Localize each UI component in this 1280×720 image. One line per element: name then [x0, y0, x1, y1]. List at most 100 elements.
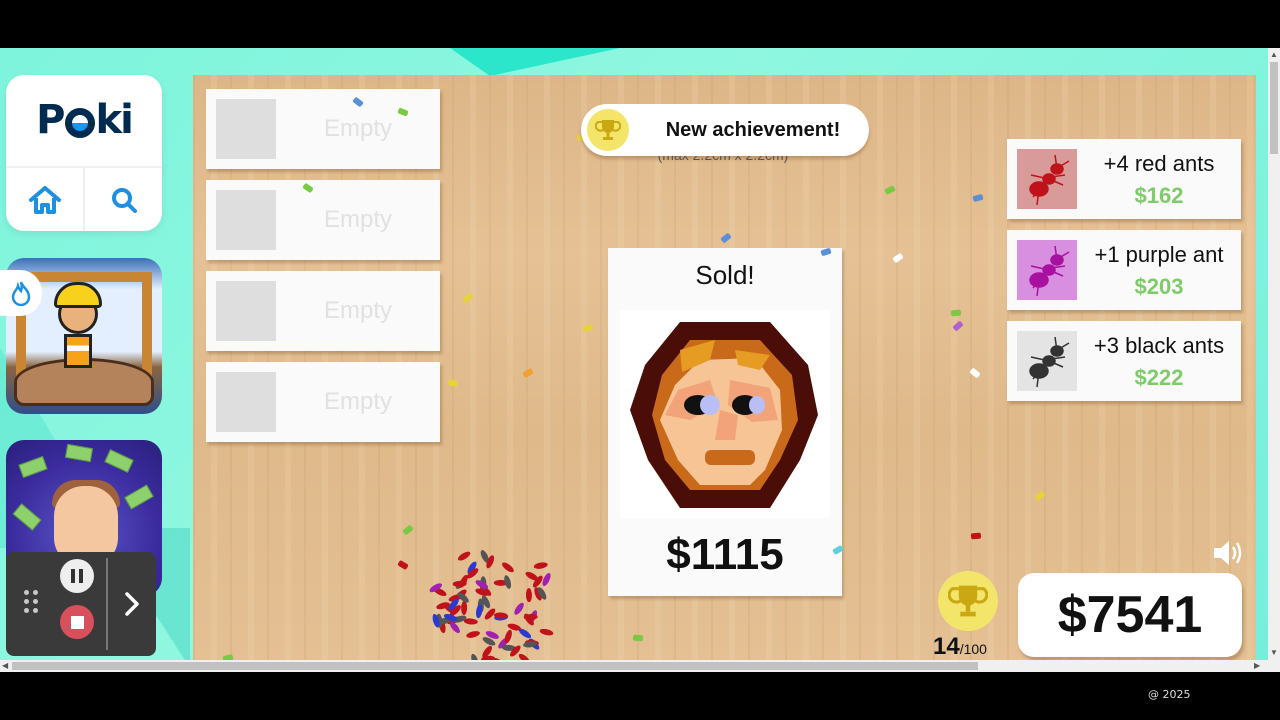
confetti-piece — [892, 252, 904, 264]
ant — [525, 588, 532, 603]
search-button[interactable] — [85, 168, 162, 231]
game-board: Empty Empty Empty Empty (max 2.2cm x 2.2… — [193, 75, 1256, 672]
offer-price: $222 — [1134, 365, 1184, 390]
divider — [106, 558, 108, 650]
confetti-piece — [522, 367, 534, 379]
drag-handle-icon[interactable] — [24, 590, 44, 618]
ant-icon — [1017, 331, 1077, 391]
achievements-button[interactable] — [938, 571, 998, 631]
slot-thumbnail — [216, 190, 276, 250]
ant — [461, 600, 468, 615]
ant-icon — [1017, 149, 1077, 209]
copyright-text: @ 2025 — [1148, 688, 1191, 701]
ant — [542, 573, 551, 586]
ant — [502, 562, 514, 573]
sold-price: $1115 — [666, 530, 784, 579]
vertical-scrollbar[interactable]: ▲ ▼ — [1268, 48, 1280, 672]
poki-nav-card: Pki — [6, 75, 162, 231]
artwork-slot[interactable]: Empty — [206, 89, 440, 169]
artwork-slot[interactable]: Empty — [206, 271, 440, 351]
poki-logo[interactable]: Pki — [6, 75, 162, 165]
ant — [457, 551, 471, 561]
scroll-left-arrow[interactable]: ◀ — [2, 661, 8, 670]
artwork-slot[interactable]: Empty — [206, 180, 440, 260]
slot-label: Empty — [323, 388, 392, 415]
trophy-icon — [948, 585, 988, 617]
ant — [466, 631, 480, 638]
confetti-piece — [970, 532, 982, 540]
achievement-count: 14/100 — [933, 633, 987, 661]
sound-toggle-button[interactable] — [1211, 537, 1247, 569]
background-shape — [450, 48, 620, 76]
trophy-badge — [587, 109, 629, 151]
slot-label: Empty — [323, 297, 392, 324]
scrollbar-thumb[interactable] — [12, 662, 978, 670]
letterbox-top — [0, 0, 1280, 48]
stop-button[interactable] — [60, 605, 94, 639]
sold-title: Sold! — [695, 260, 755, 290]
pause-button[interactable] — [60, 559, 94, 593]
confetti-piece — [402, 524, 414, 536]
confetti-piece — [884, 185, 896, 195]
pause-icon — [71, 569, 75, 583]
money-display: $7541 — [1018, 573, 1242, 657]
confetti-piece — [582, 323, 594, 333]
buy-red-ants-button[interactable]: +4 red ants $162 — [1007, 139, 1241, 219]
ant-portrait-artwork — [620, 310, 830, 518]
scroll-right-arrow[interactable]: ▶ — [1254, 661, 1260, 670]
hot-badge — [0, 270, 42, 316]
scrollbar-thumb[interactable] — [1270, 62, 1278, 154]
trophy-icon — [595, 120, 621, 140]
confetti-piece — [447, 378, 459, 388]
home-button[interactable] — [6, 168, 83, 231]
achievement-toast: New achievement! — [581, 104, 869, 156]
game-viewport: Pki Empty Empty Empty Empty New achievem… — [0, 48, 1280, 672]
slot-thumbnail — [216, 281, 276, 341]
achievement-total: /100 — [959, 641, 987, 657]
ant-swarm — [429, 550, 554, 672]
offer-name: +4 red ants — [1103, 151, 1215, 176]
speaker-icon — [1214, 541, 1242, 565]
expand-button[interactable] — [110, 572, 154, 636]
confetti-piece — [972, 193, 984, 203]
confetti-piece — [632, 634, 644, 642]
search-icon — [111, 187, 137, 213]
money-bill — [64, 443, 94, 463]
stop-icon — [70, 615, 84, 629]
buy-black-ants-button[interactable]: +3 black ants $222 — [1007, 321, 1241, 401]
money-bill — [18, 455, 48, 479]
ant — [514, 602, 524, 615]
offer-name: +3 black ants — [1093, 333, 1225, 358]
ant-icon — [1017, 240, 1077, 300]
artwork-slot[interactable]: Empty — [206, 362, 440, 442]
offer-name: +1 purple ant — [1094, 242, 1224, 267]
offer-price: $162 — [1134, 183, 1184, 208]
ant — [533, 562, 548, 569]
money-bill — [12, 503, 42, 531]
portrait-face — [630, 322, 818, 508]
scroll-down-arrow[interactable]: ▼ — [1270, 648, 1278, 657]
miner-body — [64, 334, 92, 368]
chevron-right-icon — [125, 592, 139, 616]
slot-thumbnail — [216, 372, 276, 432]
achievement-current: 14 — [933, 633, 960, 660]
ant — [539, 628, 554, 636]
sold-card: Sold! $1115 — [608, 248, 842, 596]
confetti-piece — [720, 232, 732, 244]
confetti-piece — [969, 367, 981, 379]
confetti-piece — [950, 309, 962, 317]
buy-purple-ant-button[interactable]: +1 purple ant $203 — [1007, 230, 1241, 310]
flame-icon — [11, 281, 31, 306]
offer-price: $203 — [1134, 274, 1184, 299]
achievement-text: New achievement! — [665, 118, 841, 141]
confetti-piece — [397, 559, 409, 571]
confetti-piece — [952, 320, 964, 332]
money-bill — [124, 484, 154, 510]
money-bill — [104, 449, 134, 473]
slot-thumbnail — [216, 99, 276, 159]
pause-icon — [79, 569, 83, 583]
confetti-piece — [1034, 490, 1046, 502]
scroll-up-arrow[interactable]: ▲ — [1270, 50, 1278, 59]
horizontal-scrollbar[interactable]: ◀ ▶ — [0, 660, 1268, 672]
confetti-piece — [462, 292, 474, 304]
